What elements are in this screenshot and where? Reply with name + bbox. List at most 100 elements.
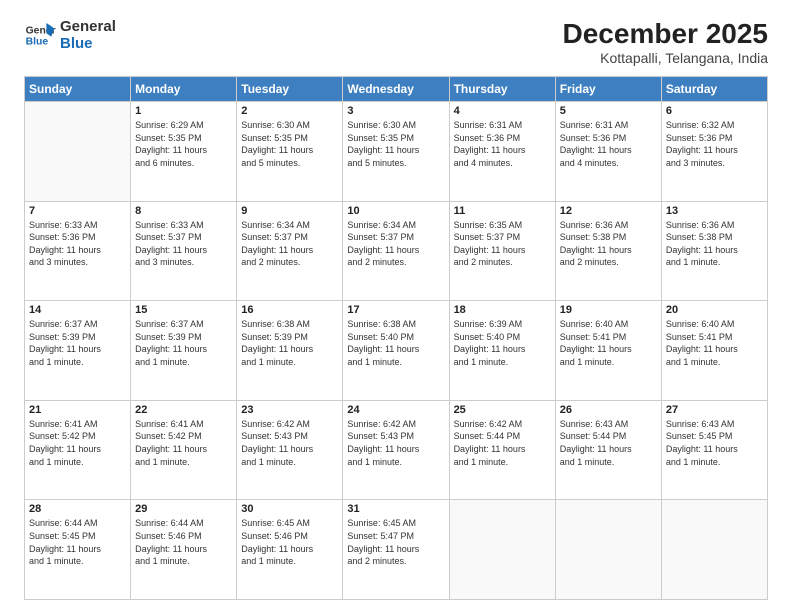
day-info: Sunrise: 6:30 AM Sunset: 5:35 PM Dayligh… (347, 119, 444, 169)
calendar-header-row: Sunday Monday Tuesday Wednesday Thursday… (25, 77, 768, 102)
day-number: 30 (241, 503, 338, 515)
calendar-week-row: 14Sunrise: 6:37 AM Sunset: 5:39 PM Dayli… (25, 301, 768, 401)
day-number: 26 (560, 404, 657, 416)
svg-text:Blue: Blue (26, 37, 49, 48)
day-info: Sunrise: 6:41 AM Sunset: 5:42 PM Dayligh… (29, 418, 126, 468)
day-number: 15 (135, 304, 232, 316)
page: General Blue General Blue December 2025 … (0, 0, 792, 612)
day-number: 7 (29, 205, 126, 217)
col-saturday: Saturday (661, 77, 767, 102)
day-info: Sunrise: 6:42 AM Sunset: 5:43 PM Dayligh… (347, 418, 444, 468)
day-number: 12 (560, 205, 657, 217)
table-row: 20 Sunrise: 6:40 AM Sunset: 5:41 PM Dayli… (661, 301, 767, 401)
table-row: 4 Sunrise: 6:31 AM Sunset: 5:36 PM Daylig… (449, 102, 555, 202)
table-row: 29Sunrise: 6:44 AM Sunset: 5:46 PM Dayli… (131, 500, 237, 600)
table-row: 3 Sunrise: 6:30 AM Sunset: 5:35 PM Daylig… (343, 102, 449, 202)
day-info: Sunrise: 6:29 AM Sunset: 5:35 PM Dayligh… (135, 119, 232, 169)
day-info: Sunrise: 6:37 AM Sunset: 5:39 PM Dayligh… (29, 318, 126, 368)
day-number: 6 (666, 105, 763, 117)
calendar-week-row: 7 Sunrise: 6:33 AM Sunset: 5:36 PM Daylig… (25, 201, 768, 301)
day-number: 28 (29, 503, 126, 515)
table-row (661, 500, 767, 600)
day-number: 20 (666, 304, 763, 316)
table-row: 5 Sunrise: 6:31 AM Sunset: 5:36 PM Daylig… (555, 102, 661, 202)
table-row (555, 500, 661, 600)
day-info: Sunrise: 6:38 AM Sunset: 5:40 PM Dayligh… (347, 318, 444, 368)
col-monday: Monday (131, 77, 237, 102)
calendar-week-row: 28 Sunrise: 6:44 AM Sunset: 5:45 PM Dayli… (25, 500, 768, 600)
day-info: Sunrise: 6:36 AM Sunset: 5:38 PM Dayligh… (666, 219, 763, 269)
day-number: 9 (241, 205, 338, 217)
table-row: 16 Sunrise: 6:38 AM Sunset: 5:39 PM Dayli… (237, 301, 343, 401)
table-row (449, 500, 555, 600)
header: General Blue General Blue December 2025 … (24, 18, 768, 66)
day-number: 18 (454, 304, 551, 316)
day-info: Sunrise: 6:43 AM Sunset: 5:44 PM Dayligh… (560, 418, 657, 468)
logo: General Blue General Blue (24, 18, 116, 53)
day-info: Sunrise: 6:38 AM Sunset: 5:39 PM Dayligh… (241, 318, 338, 368)
day-info: Sunrise: 6:31 AM Sunset: 5:36 PM Dayligh… (560, 119, 657, 169)
calendar-table: Sunday Monday Tuesday Wednesday Thursday… (24, 76, 768, 600)
table-row: 27Sunrise: 6:43 AM Sunset: 5:45 PM Dayli… (661, 400, 767, 500)
table-row: 17 Sunrise: 6:38 AM Sunset: 5:40 PM Dayli… (343, 301, 449, 401)
table-row: 8 Sunrise: 6:33 AM Sunset: 5:37 PM Daylig… (131, 201, 237, 301)
day-number: 21 (29, 404, 126, 416)
table-row: 11 Sunrise: 6:35 AM Sunset: 5:37 PM Dayli… (449, 201, 555, 301)
col-wednesday: Wednesday (343, 77, 449, 102)
title-block: December 2025 Kottapalli, Telangana, Ind… (563, 18, 768, 66)
day-number: 5 (560, 105, 657, 117)
col-friday: Friday (555, 77, 661, 102)
day-number: 8 (135, 205, 232, 217)
day-info: Sunrise: 6:40 AM Sunset: 5:41 PM Dayligh… (666, 318, 763, 368)
table-row: 21 Sunrise: 6:41 AM Sunset: 5:42 PM Dayli… (25, 400, 131, 500)
table-row: 22 Sunrise: 6:41 AM Sunset: 5:42 PM Dayli… (131, 400, 237, 500)
day-info: Sunrise: 6:44 AM Sunset: 5:45 PM Dayligh… (29, 517, 126, 567)
day-info: Sunrise: 6:34 AM Sunset: 5:37 PM Dayligh… (241, 219, 338, 269)
table-row: 19 Sunrise: 6:40 AM Sunset: 5:41 PM Dayli… (555, 301, 661, 401)
day-number: 4 (454, 105, 551, 117)
col-thursday: Thursday (449, 77, 555, 102)
day-number: 17 (347, 304, 444, 316)
table-row: 26 Sunrise: 6:43 AM Sunset: 5:44 PM Dayli… (555, 400, 661, 500)
day-number: 27 (666, 404, 763, 416)
month-title: December 2025 (563, 18, 768, 50)
day-number: 1 (135, 105, 232, 117)
day-info: Sunrise: 6:45 AM Sunset: 5:47 PM Dayligh… (347, 517, 444, 567)
day-number: 25 (454, 404, 551, 416)
table-row: 23Sunrise: 6:42 AM Sunset: 5:43 PM Dayli… (237, 400, 343, 500)
day-info: Sunrise: 6:41 AM Sunset: 5:42 PM Dayligh… (135, 418, 232, 468)
logo-general: General (60, 18, 116, 35)
day-number: 23 (241, 404, 338, 416)
table-row: 9 Sunrise: 6:34 AM Sunset: 5:37 PM Daylig… (237, 201, 343, 301)
day-info: Sunrise: 6:36 AM Sunset: 5:38 PM Dayligh… (560, 219, 657, 269)
day-number: 3 (347, 105, 444, 117)
day-number: 11 (454, 205, 551, 217)
day-info: Sunrise: 6:31 AM Sunset: 5:36 PM Dayligh… (454, 119, 551, 169)
day-info: Sunrise: 6:34 AM Sunset: 5:37 PM Dayligh… (347, 219, 444, 269)
day-number: 19 (560, 304, 657, 316)
day-info: Sunrise: 6:35 AM Sunset: 5:37 PM Dayligh… (454, 219, 551, 269)
day-number: 16 (241, 304, 338, 316)
table-row: 6Sunrise: 6:32 AM Sunset: 5:36 PM Daylig… (661, 102, 767, 202)
logo-blue: Blue (60, 35, 116, 52)
day-number: 31 (347, 503, 444, 515)
day-info: Sunrise: 6:40 AM Sunset: 5:41 PM Dayligh… (560, 318, 657, 368)
table-row: 2Sunrise: 6:30 AM Sunset: 5:35 PM Daylig… (237, 102, 343, 202)
table-row: 30Sunrise: 6:45 AM Sunset: 5:46 PM Dayli… (237, 500, 343, 600)
table-row: 13 Sunrise: 6:36 AM Sunset: 5:38 PM Dayli… (661, 201, 767, 301)
table-row: 7 Sunrise: 6:33 AM Sunset: 5:36 PM Daylig… (25, 201, 131, 301)
day-number: 22 (135, 404, 232, 416)
day-number: 29 (135, 503, 232, 515)
calendar-week-row: 1 Sunrise: 6:29 AM Sunset: 5:35 PM Daylig… (25, 102, 768, 202)
day-info: Sunrise: 6:33 AM Sunset: 5:37 PM Dayligh… (135, 219, 232, 269)
day-info: Sunrise: 6:30 AM Sunset: 5:35 PM Dayligh… (241, 119, 338, 169)
day-info: Sunrise: 6:39 AM Sunset: 5:40 PM Dayligh… (454, 318, 551, 368)
table-row: 10Sunrise: 6:34 AM Sunset: 5:37 PM Dayli… (343, 201, 449, 301)
table-row (25, 102, 131, 202)
day-info: Sunrise: 6:33 AM Sunset: 5:36 PM Dayligh… (29, 219, 126, 269)
day-number: 24 (347, 404, 444, 416)
day-number: 13 (666, 205, 763, 217)
col-tuesday: Tuesday (237, 77, 343, 102)
day-info: Sunrise: 6:37 AM Sunset: 5:39 PM Dayligh… (135, 318, 232, 368)
day-info: Sunrise: 6:42 AM Sunset: 5:44 PM Dayligh… (454, 418, 551, 468)
